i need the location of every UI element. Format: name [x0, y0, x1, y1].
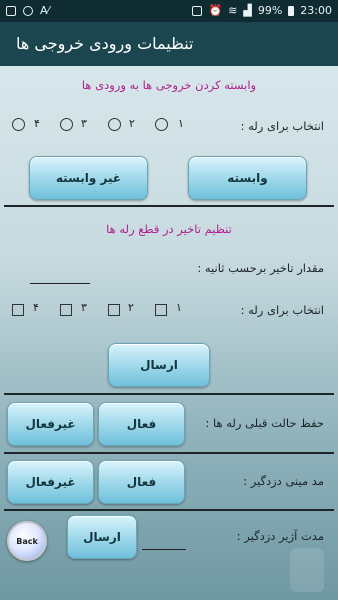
wifi-icon: ≋: [228, 4, 238, 17]
status-left: A⁄: [6, 4, 49, 17]
settings-content: وابسته کردن خروجی ها به ورودی ها انتخاب …: [0, 66, 338, 600]
battery-level: 99%: [257, 4, 283, 17]
relay-option-label: ۳: [81, 117, 87, 130]
siren-send-button[interactable]: ارسال: [67, 515, 137, 559]
divider: [4, 509, 334, 511]
sim-icon: [192, 5, 203, 16]
relay-radio-3[interactable]: [60, 118, 73, 131]
dependent-button[interactable]: وابسته: [188, 156, 307, 200]
delay-relay-select-label: انتخاب برای رله :: [240, 303, 324, 317]
battery-icon: [288, 5, 295, 16]
screen: A⁄ ⏰ ≋ ▟ 99% 23:00 تنظیمات ورودی خروجی ه…: [0, 0, 338, 600]
relay-radio-4[interactable]: [12, 118, 25, 131]
delay-send-button[interactable]: ارسال: [108, 343, 210, 387]
divider: [4, 205, 334, 207]
delay-relay-checkbox-4[interactable]: [12, 304, 24, 316]
link-section-header: وابسته کردن خروجی ها به ورودی ها: [81, 78, 257, 92]
delay-relay-option-label: ۳: [81, 301, 87, 314]
alarm-mode-label: مد مینی دزدگیر :: [243, 474, 324, 488]
divider: [4, 393, 334, 395]
alarm-icon: ⏰: [208, 4, 223, 17]
store-logo-icon: [290, 548, 324, 592]
divider: [4, 452, 334, 454]
preserve-active-button[interactable]: فعال: [98, 402, 185, 446]
siren-duration-input[interactable]: [142, 549, 186, 550]
page-title: تنظیمات ورودی خروجی ها: [16, 34, 194, 53]
back-button[interactable]: Back: [7, 521, 47, 561]
delay-relay-option-label: ۲: [128, 301, 134, 314]
delay-seconds-label: مقدار تاخیر برحسب ثانیه :: [197, 261, 324, 275]
siren-duration-label: مدت آژیر دزدگیر :: [236, 529, 324, 543]
delay-relay-option-label: ۴: [33, 301, 39, 314]
delay-relay-checkbox-3[interactable]: [60, 304, 72, 316]
independent-button[interactable]: غیر وابسته: [29, 156, 148, 200]
back-button-label: Back: [16, 536, 38, 546]
aparat-icon: A⁄: [40, 4, 50, 17]
status-time: 23:00: [300, 4, 332, 17]
relay-select-label: انتخاب برای رله :: [240, 119, 324, 133]
delay-relay-option-label: ۱: [176, 301, 182, 314]
settings-icon: [23, 5, 33, 16]
status-bar: A⁄ ⏰ ≋ ▟ 99% 23:00: [0, 0, 338, 22]
delay-relay-checkbox-2[interactable]: [108, 304, 120, 316]
relay-option-label: ۴: [34, 117, 40, 130]
relay-radio-2[interactable]: [108, 118, 121, 131]
preserve-state-label: حفظ حالت قبلی رله ها :: [205, 416, 324, 430]
relay-option-label: ۲: [129, 117, 135, 130]
gallery-icon: [6, 5, 16, 16]
delay-section-header: تنظیم تاخیر در قطع رله ها: [106, 222, 232, 236]
app-bar: تنظیمات ورودی خروجی ها: [0, 22, 338, 66]
signal-icon: ▟: [243, 4, 252, 17]
delay-relay-checkbox-1[interactable]: [155, 304, 167, 316]
alarm-inactive-button[interactable]: غیرفعال: [7, 460, 94, 504]
relay-radio-1[interactable]: [155, 118, 168, 131]
preserve-inactive-button[interactable]: غیرفعال: [7, 402, 94, 446]
relay-option-label: ۱: [178, 117, 184, 130]
alarm-active-button[interactable]: فعال: [98, 460, 185, 504]
delay-seconds-input[interactable]: [30, 283, 90, 284]
status-right: ⏰ ≋ ▟ 99% 23:00: [192, 4, 332, 17]
